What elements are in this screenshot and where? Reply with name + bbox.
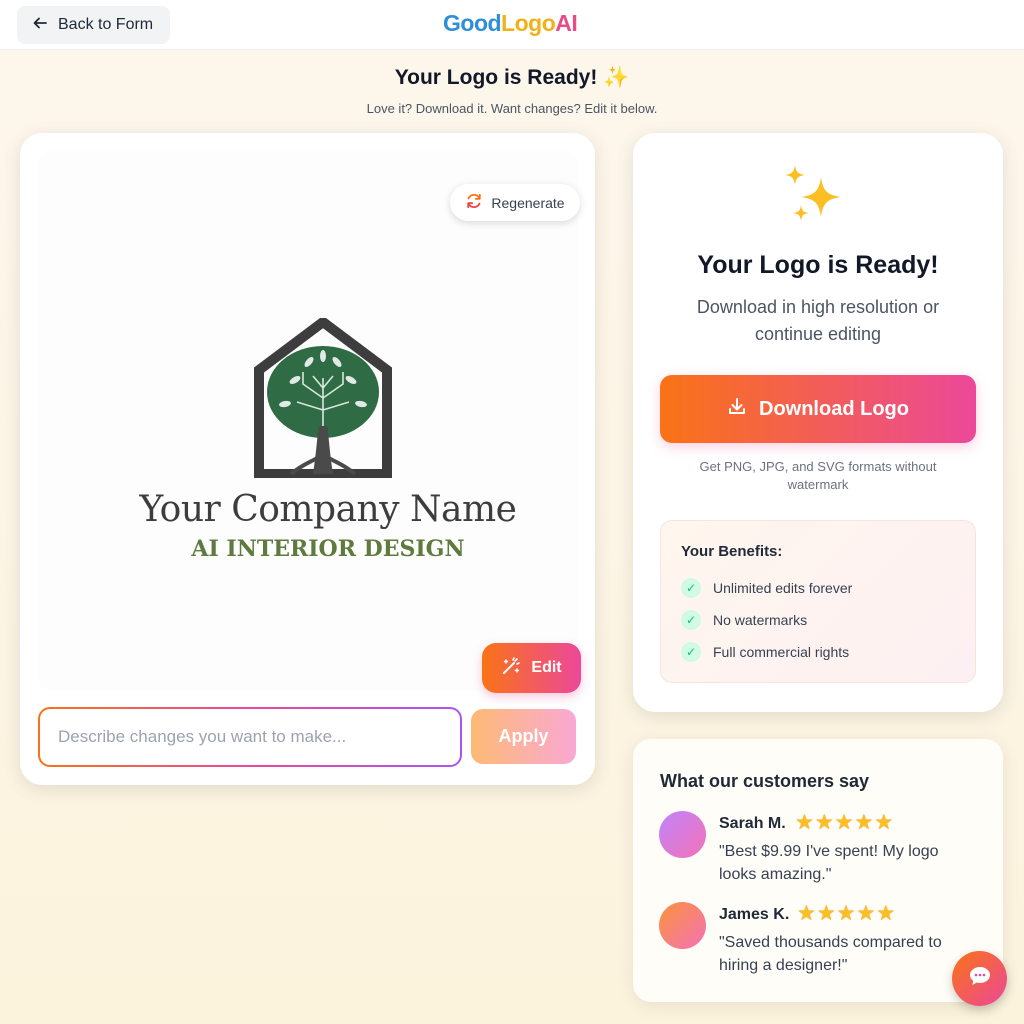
- refresh-icon: [465, 192, 483, 213]
- logo-tagline: AI INTERIOR DESIGN: [191, 536, 465, 562]
- change-request-field-wrapper: [38, 707, 462, 767]
- download-card: Your Logo is Ready! Download in high res…: [633, 133, 1003, 712]
- star-rating: ★ ★ ★ ★ ★: [797, 902, 895, 926]
- brand-logo[interactable]: GoodLogoAI: [443, 10, 578, 37]
- avatar: [659, 902, 706, 949]
- benefit-item: ✓ No watermarks: [681, 610, 807, 630]
- apply-button[interactable]: Apply: [471, 709, 576, 764]
- review-quote: "Saved thousands compared to hiring a de…: [719, 934, 942, 974]
- download-icon: [727, 396, 747, 422]
- back-to-form-label: Back to Form: [58, 16, 154, 33]
- ready-subtitle: Download in high resolution or continue …: [696, 297, 940, 344]
- benefits-box: Your Benefits: ✓ Unlimited edits forever…: [660, 520, 976, 683]
- reviewer-name: Sarah M.: [719, 815, 786, 832]
- edit-label: Edit: [531, 659, 562, 676]
- star-icon: ★: [816, 902, 836, 925]
- regenerate-label: Regenerate: [491, 194, 565, 211]
- logo-preview-card: Regenerate Your Company Name AI INTERIOR…: [20, 133, 595, 785]
- chat-button[interactable]: [952, 951, 1007, 1006]
- star-icon: ★: [854, 811, 874, 834]
- star-icon: ★: [795, 811, 814, 834]
- logo-canvas: Regenerate Your Company Name AI INTERIOR…: [38, 151, 581, 693]
- ready-title: Your Logo is Ready!: [697, 251, 939, 279]
- benefit-item: ✓ Full commercial rights: [681, 642, 849, 662]
- page-subtitle: Love it? Download it. Want changes? Edit…: [366, 101, 658, 116]
- reviewer-name: James K.: [719, 906, 790, 923]
- logo-company-name: Your Company Name: [139, 489, 517, 530]
- star-icon: ★: [876, 902, 896, 925]
- review-quote: "Best $9.99 I've spent! My logo looks am…: [719, 843, 939, 883]
- check-icon: ✓: [681, 578, 701, 598]
- benefit-label: Full commercial rights: [713, 644, 850, 660]
- regenerate-button[interactable]: Regenerate: [450, 184, 580, 221]
- benefits-title: Your Benefits:: [681, 543, 783, 560]
- edit-button[interactable]: Edit: [482, 643, 581, 693]
- star-rating: ★ ★ ★ ★ ★: [795, 811, 893, 835]
- check-icon: ✓: [681, 642, 701, 662]
- download-logo-label: Download Logo: [759, 397, 909, 420]
- formats-note: Get PNG, JPG, and SVG formats without wa…: [699, 459, 937, 492]
- page-title: Your Logo is Ready! ✨: [394, 66, 630, 89]
- house-tree-logo-icon: [254, 318, 392, 478]
- star-icon: ★: [797, 902, 816, 925]
- check-icon: ✓: [681, 610, 701, 630]
- sparkles-icon: [785, 165, 841, 221]
- benefit-label: No watermarks: [713, 612, 808, 628]
- star-icon: ★: [874, 811, 894, 834]
- arrow-left-icon: [32, 15, 48, 36]
- reviews-title: What our customers say: [660, 771, 870, 791]
- change-request-input[interactable]: [40, 709, 460, 765]
- star-icon: ★: [814, 811, 834, 834]
- download-logo-button[interactable]: Download Logo: [660, 375, 976, 443]
- star-icon: ★: [836, 902, 856, 925]
- benefit-item: ✓ Unlimited edits forever: [681, 578, 852, 598]
- avatar: [659, 811, 706, 858]
- top-bar: Back to Form GoodLogoAI: [0, 0, 1024, 50]
- magic-wand-icon: [501, 656, 521, 681]
- benefit-label: Unlimited edits forever: [713, 580, 853, 596]
- star-icon: ★: [834, 811, 854, 834]
- star-icon: ★: [856, 902, 876, 925]
- chat-bubble-icon: [968, 965, 992, 992]
- reviews-card: What our customers say Sarah M. ★ ★ ★ ★ ★ "B…: [633, 739, 1003, 1002]
- back-to-form-button[interactable]: Back to Form: [17, 6, 170, 44]
